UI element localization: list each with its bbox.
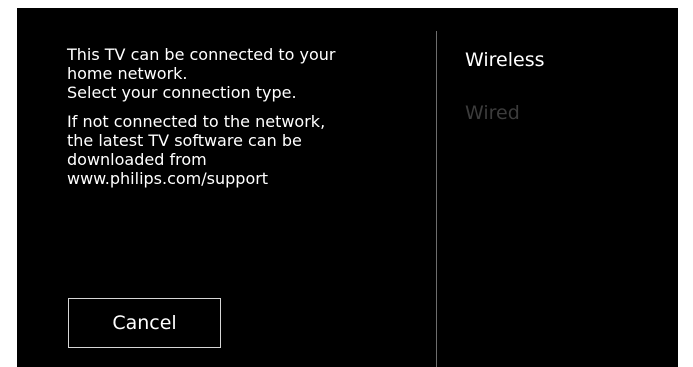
option-wireless[interactable]: Wireless bbox=[465, 47, 545, 73]
instruction-line-5: the latest TV software can be bbox=[67, 131, 302, 150]
instruction-line-1: This TV can be connected to your bbox=[67, 45, 336, 64]
instruction-line-2: home network. bbox=[67, 64, 188, 83]
panel-divider bbox=[436, 31, 437, 367]
cancel-button-label: Cancel bbox=[112, 312, 177, 334]
instruction-line-6: downloaded from bbox=[67, 150, 207, 169]
cancel-button[interactable]: Cancel bbox=[68, 298, 221, 348]
support-url: www.philips.com/support bbox=[67, 169, 269, 188]
instruction-line-4: If not connected to the network, bbox=[67, 112, 326, 131]
instructions-text: This TV can be connected to your home ne… bbox=[67, 45, 397, 188]
instruction-line-3: Select your connection type. bbox=[67, 83, 297, 102]
network-setup-screen: This TV can be connected to your home ne… bbox=[17, 8, 678, 367]
connection-type-list: Wireless Wired bbox=[465, 47, 545, 126]
option-wired[interactable]: Wired bbox=[465, 100, 545, 126]
